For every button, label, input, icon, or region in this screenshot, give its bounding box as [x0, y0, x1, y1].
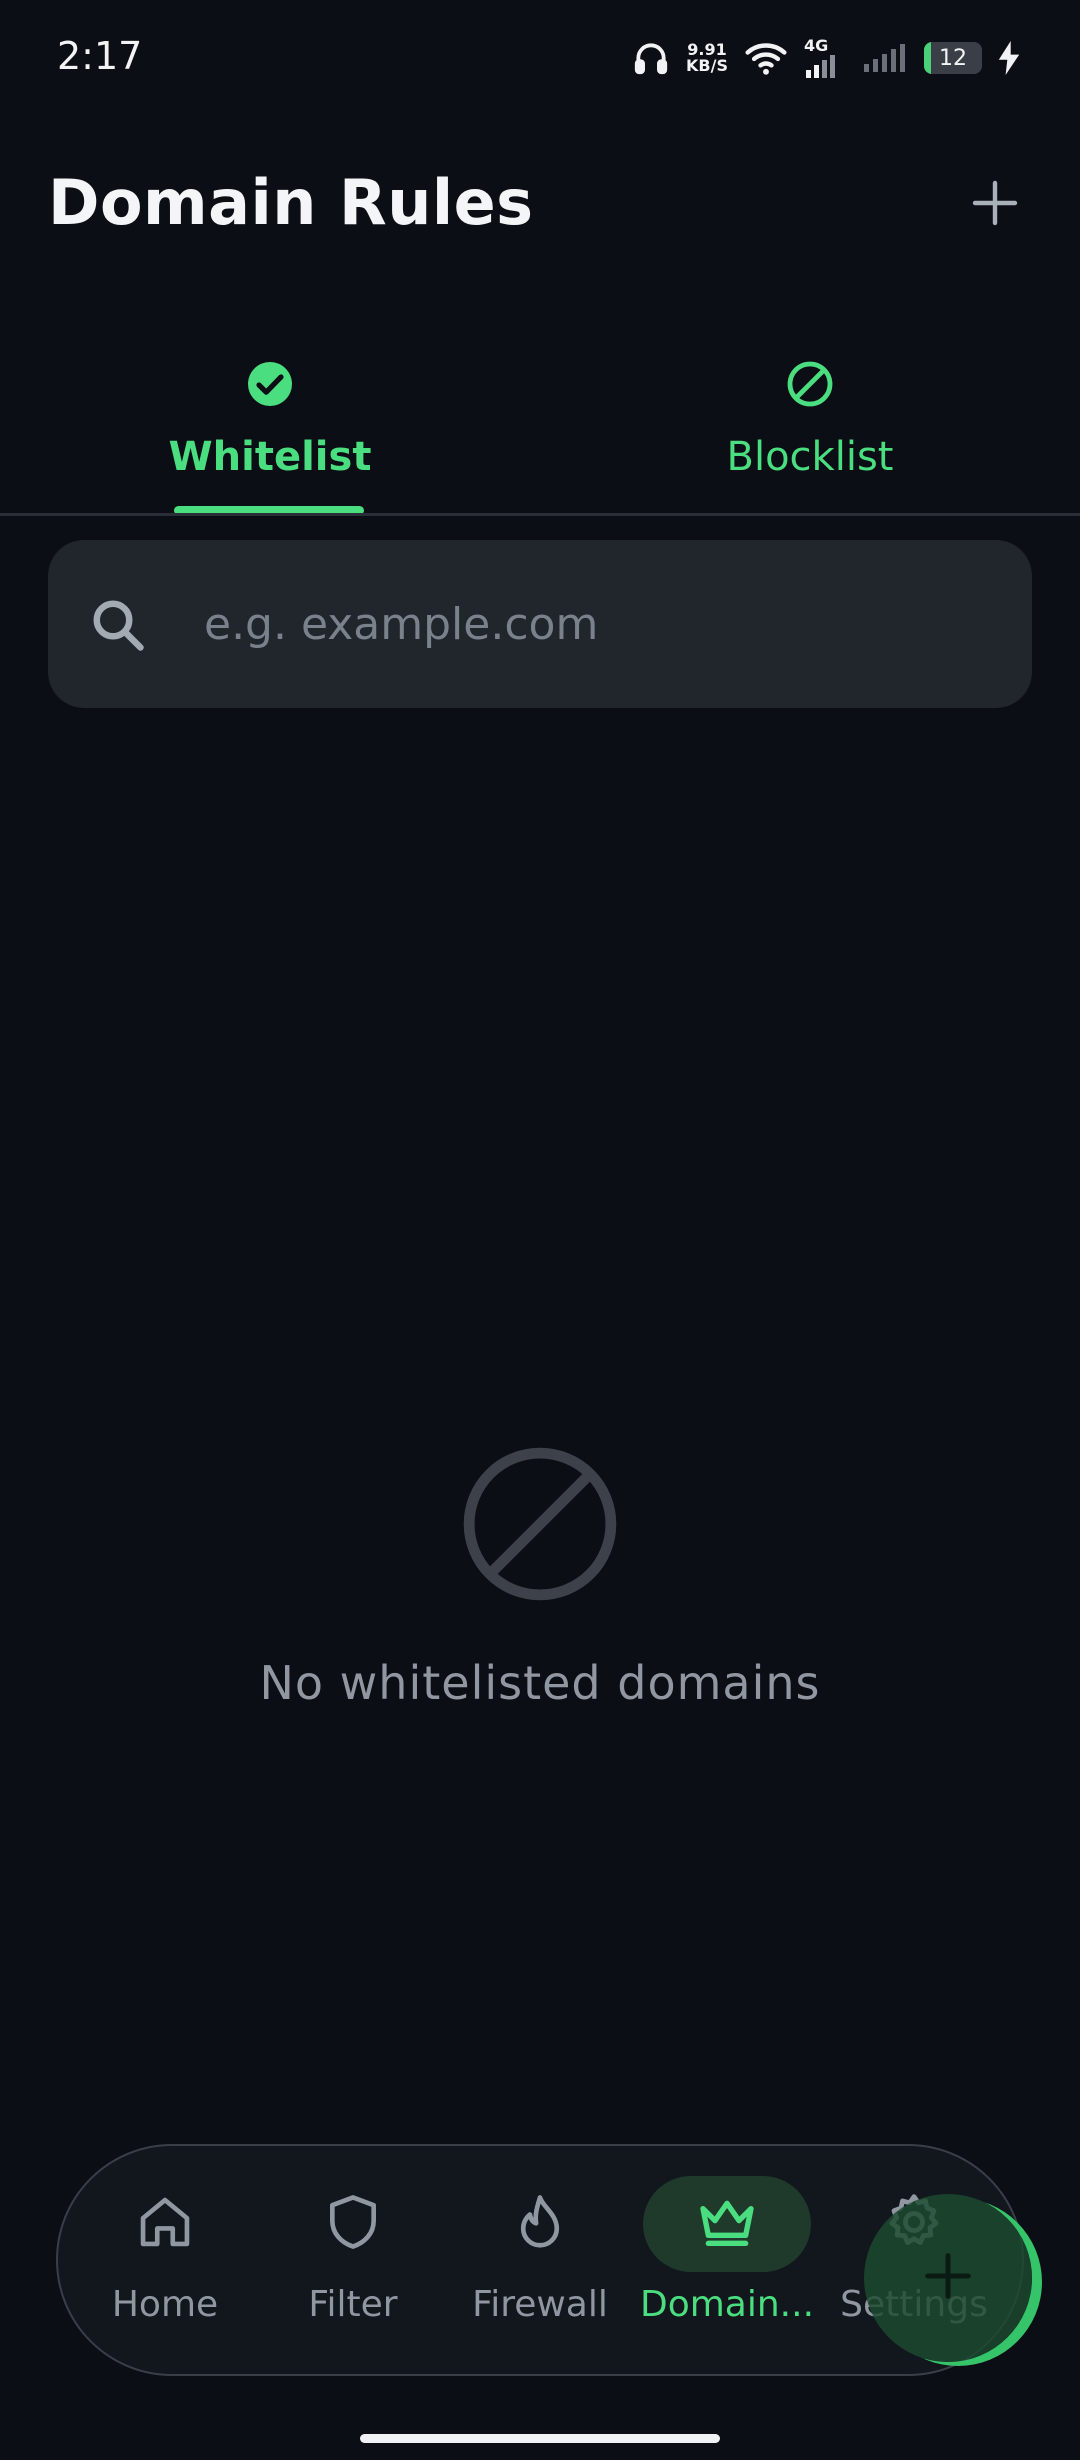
- crown-icon: [695, 2190, 759, 2258]
- plus-icon: [921, 2249, 975, 2307]
- charging-icon: [998, 41, 1020, 75]
- network-type: 4G: [804, 36, 829, 55]
- nav-home-label: Home: [111, 2284, 219, 2325]
- tab-whitelist-label: Whitelist: [168, 434, 372, 480]
- signal-icon: [804, 54, 846, 78]
- nav-filter[interactable]: Filter: [263, 2176, 443, 2346]
- rule-tabs: Whitelist Blocklist: [0, 330, 1080, 516]
- wifi-icon: [744, 39, 788, 77]
- net-speed-unit: KB/S: [686, 56, 728, 75]
- battery-level: 12: [939, 45, 967, 71]
- headphones-icon: [632, 39, 670, 77]
- home-indicator[interactable]: [360, 2434, 720, 2443]
- empty-state-block-icon: [459, 1443, 621, 1609]
- status-time: 2:17: [57, 34, 143, 78]
- page-title: Domain Rules: [48, 166, 534, 239]
- status-icons: 9.91 KB/S 4G 12: [632, 36, 1020, 80]
- block-icon: [786, 354, 834, 414]
- domain-rules-screen: 2:17 9.91 KB/S 4G 12 Domain Rules Whitel…: [0, 0, 1080, 2460]
- domain-search-input[interactable]: [204, 580, 984, 668]
- check-circle-icon: [246, 354, 294, 414]
- tab-whitelist[interactable]: Whitelist: [0, 330, 540, 514]
- net-speed: 9.91 KB/S: [686, 42, 728, 74]
- nav-domain-rules-label: Domain...: [639, 2284, 815, 2325]
- add-rule-button[interactable]: [962, 172, 1028, 238]
- battery-indicator: 12: [924, 42, 982, 74]
- search-icon: [88, 595, 148, 659]
- nav-domain-rules[interactable]: Domain...: [637, 2176, 817, 2346]
- tab-blocklist[interactable]: Blocklist: [540, 330, 1080, 514]
- empty-state-message: No whitelisted domains: [259, 1656, 821, 1710]
- shield-icon: [322, 2191, 384, 2257]
- plus-icon: [971, 179, 1019, 231]
- nav-firewall-label: Firewall: [472, 2284, 608, 2325]
- cellular-4g: 4G: [804, 38, 846, 78]
- add-domain-fab[interactable]: [864, 2194, 1032, 2362]
- nav-filter-label: Filter: [308, 2284, 398, 2325]
- flame-icon: [509, 2191, 571, 2257]
- nav-firewall[interactable]: Firewall: [450, 2176, 630, 2346]
- nav-home[interactable]: Home: [75, 2176, 255, 2346]
- status-bar: 2:17 9.91 KB/S 4G 12: [0, 0, 1080, 110]
- home-icon: [134, 2191, 196, 2257]
- tab-blocklist-label: Blocklist: [726, 434, 894, 480]
- signal-icon-sim2: [862, 44, 908, 72]
- tab-divider: [0, 513, 1080, 516]
